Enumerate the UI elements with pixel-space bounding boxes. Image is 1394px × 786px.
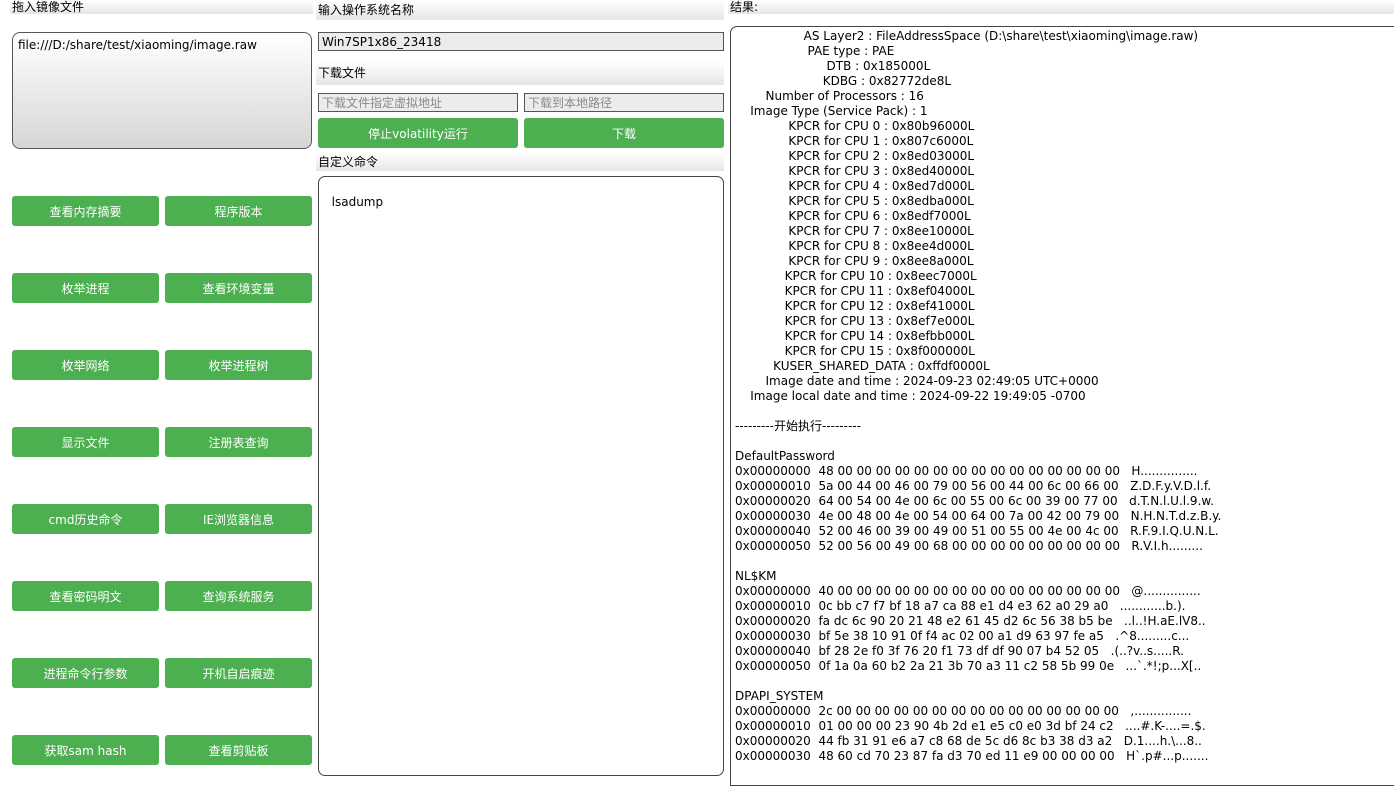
result-line: 0x00000020 fa dc 6c 90 20 21 48 e2 61 45… [735, 614, 1206, 628]
result-line: KUSER_SHARED_DATA : 0xffdf0000L [735, 359, 990, 373]
result-line: 0x00000040 52 00 46 00 39 00 49 00 51 00… [735, 524, 1219, 538]
function-button[interactable]: cmd历史命令 [12, 504, 159, 534]
result-line: 0x00000050 0f 1a 0a 60 b2 2a 21 3b 70 a3… [735, 659, 1202, 673]
result-line [735, 434, 1394, 449]
image-drop-zone[interactable]: file:///D:/share/test/xiaoming/image.raw [12, 32, 312, 149]
function-button[interactable]: 查看剪贴板 [165, 735, 312, 765]
result-line: Image date and time : 2024-09-23 02:49:0… [735, 374, 1099, 388]
result-line: 0x00000030 bf 5e 38 10 91 0f f4 ac 02 00… [735, 629, 1190, 643]
result-line: DPAPI_SYSTEM [735, 689, 824, 703]
drop-image-header: 拖入镜像文件 [10, 0, 313, 14]
result-line: KPCR for CPU 9 : 0x8ee8a000L [735, 254, 974, 268]
download-local-path-input[interactable] [524, 93, 724, 112]
result-line: 0x00000040 bf 28 2e f0 3f 76 20 f1 73 df… [735, 644, 1184, 658]
result-line: KPCR for CPU 10 : 0x8eec7000L [735, 269, 977, 283]
function-button[interactable]: 注册表查询 [165, 427, 312, 457]
result-line: KPCR for CPU 4 : 0x8ed7d000L [735, 179, 975, 193]
download-button[interactable]: 下载 [524, 118, 724, 148]
function-button[interactable]: 显示文件 [12, 427, 159, 457]
result-line: KPCR for CPU 6 : 0x8edf7000L [735, 209, 971, 223]
function-button[interactable]: 枚举网络 [12, 350, 159, 380]
custom-command-text: lsadump [331, 195, 384, 209]
os-name-input[interactable] [318, 32, 724, 51]
custom-command-header: 自定义命令 [316, 153, 724, 171]
result-line: KPCR for CPU 2 : 0x8ed03000L [735, 149, 975, 163]
function-button[interactable]: 查询系统服务 [165, 581, 312, 611]
result-line [735, 404, 1394, 419]
result-line: Image Type (Service Pack) : 1 [735, 104, 928, 118]
result-line: KPCR for CPU 0 : 0x80b96000L [735, 119, 975, 133]
result-line: DefaultPassword [735, 449, 835, 463]
custom-command-textarea[interactable]: lsadump [318, 176, 724, 776]
result-line: KPCR for CPU 14 : 0x8efbb000L [735, 329, 975, 343]
result-line: KPCR for CPU 11 : 0x8ef04000L [735, 284, 975, 298]
result-line: KDBG : 0x82772de8L [735, 74, 952, 88]
result-line: 0x00000020 64 00 54 00 4e 00 6c 00 55 00… [735, 494, 1214, 508]
result-line: Number of Processors : 16 [735, 89, 924, 103]
function-button[interactable]: 枚举进程 [12, 273, 159, 303]
result-line: ---------开始执行--------- [735, 419, 861, 433]
os-name-header: 输入操作系统名称 [316, 0, 724, 20]
result-line: 0x00000010 01 00 00 00 23 90 4b 2d e1 e5… [735, 719, 1206, 733]
download-file-header: 下载文件 [316, 61, 724, 85]
result-line: KPCR for CPU 8 : 0x8ee4d000L [735, 239, 974, 253]
result-header: 结果: [728, 0, 1394, 14]
result-line: Image local date and time : 2024-09-22 1… [735, 389, 1086, 403]
result-line: KPCR for CPU 7 : 0x8ee10000L [735, 224, 974, 238]
function-button[interactable]: 程序版本 [165, 196, 312, 226]
result-line [735, 554, 1394, 569]
function-button[interactable]: 枚举进程树 [165, 350, 312, 380]
stop-volatility-button[interactable]: 停止volatility运行 [318, 118, 518, 148]
result-output-panel[interactable]: AS Layer2 : FileAddressSpace (D:\share\t… [730, 26, 1394, 786]
result-line: 0x00000000 48 00 00 00 00 00 00 00 00 00… [735, 464, 1198, 478]
result-line: KPCR for CPU 12 : 0x8ef41000L [735, 299, 975, 313]
result-line: NL$KM [735, 569, 777, 583]
result-line: 0x00000000 2c 00 00 00 00 00 00 00 00 00… [735, 704, 1192, 718]
result-line: 0x00000010 5a 00 44 00 46 00 79 00 56 00… [735, 479, 1212, 493]
result-line: 0x00000010 0c bb c7 f7 bf 18 a7 ca 88 e1… [735, 599, 1186, 613]
image-path-text: file:///D:/share/test/xiaoming/image.raw [18, 38, 257, 52]
function-button[interactable]: 查看环境变量 [165, 273, 312, 303]
download-virtual-address-input[interactable] [318, 93, 518, 112]
result-line: KPCR for CPU 1 : 0x807c6000L [735, 134, 974, 148]
result-line [735, 674, 1394, 689]
result-line: PAE type : PAE [735, 44, 895, 58]
function-button[interactable]: 进程命令行参数 [12, 658, 159, 688]
result-line: KPCR for CPU 3 : 0x8ed40000L [735, 164, 975, 178]
result-line: 0x00000020 44 fb 31 91 e6 a7 c8 68 de 5c… [735, 734, 1202, 748]
function-button[interactable]: 开机自启痕迹 [165, 658, 312, 688]
function-button[interactable]: 获取sam hash [12, 735, 159, 765]
result-line: 0x00000030 4e 00 48 00 4e 00 54 00 64 00… [735, 509, 1222, 523]
result-line: KPCR for CPU 15 : 0x8f000000L [735, 344, 975, 358]
result-line: KPCR for CPU 13 : 0x8ef7e000L [735, 314, 975, 328]
result-line: DTB : 0x185000L [735, 59, 931, 73]
result-line: 0x00000030 48 60 cd 70 23 87 fa d3 70 ed… [735, 749, 1209, 763]
result-line: KPCR for CPU 5 : 0x8edba000L [735, 194, 974, 208]
function-button[interactable]: 查看密码明文 [12, 581, 159, 611]
function-button[interactable]: IE浏览器信息 [165, 504, 312, 534]
function-button[interactable]: 查看内存摘要 [12, 196, 159, 226]
result-line: 0x00000050 52 00 56 00 49 00 68 00 00 00… [735, 539, 1203, 553]
result-line: 0x00000000 40 00 00 00 00 00 00 00 00 00… [735, 584, 1201, 598]
result-line: AS Layer2 : FileAddressSpace (D:\share\t… [735, 29, 1199, 43]
